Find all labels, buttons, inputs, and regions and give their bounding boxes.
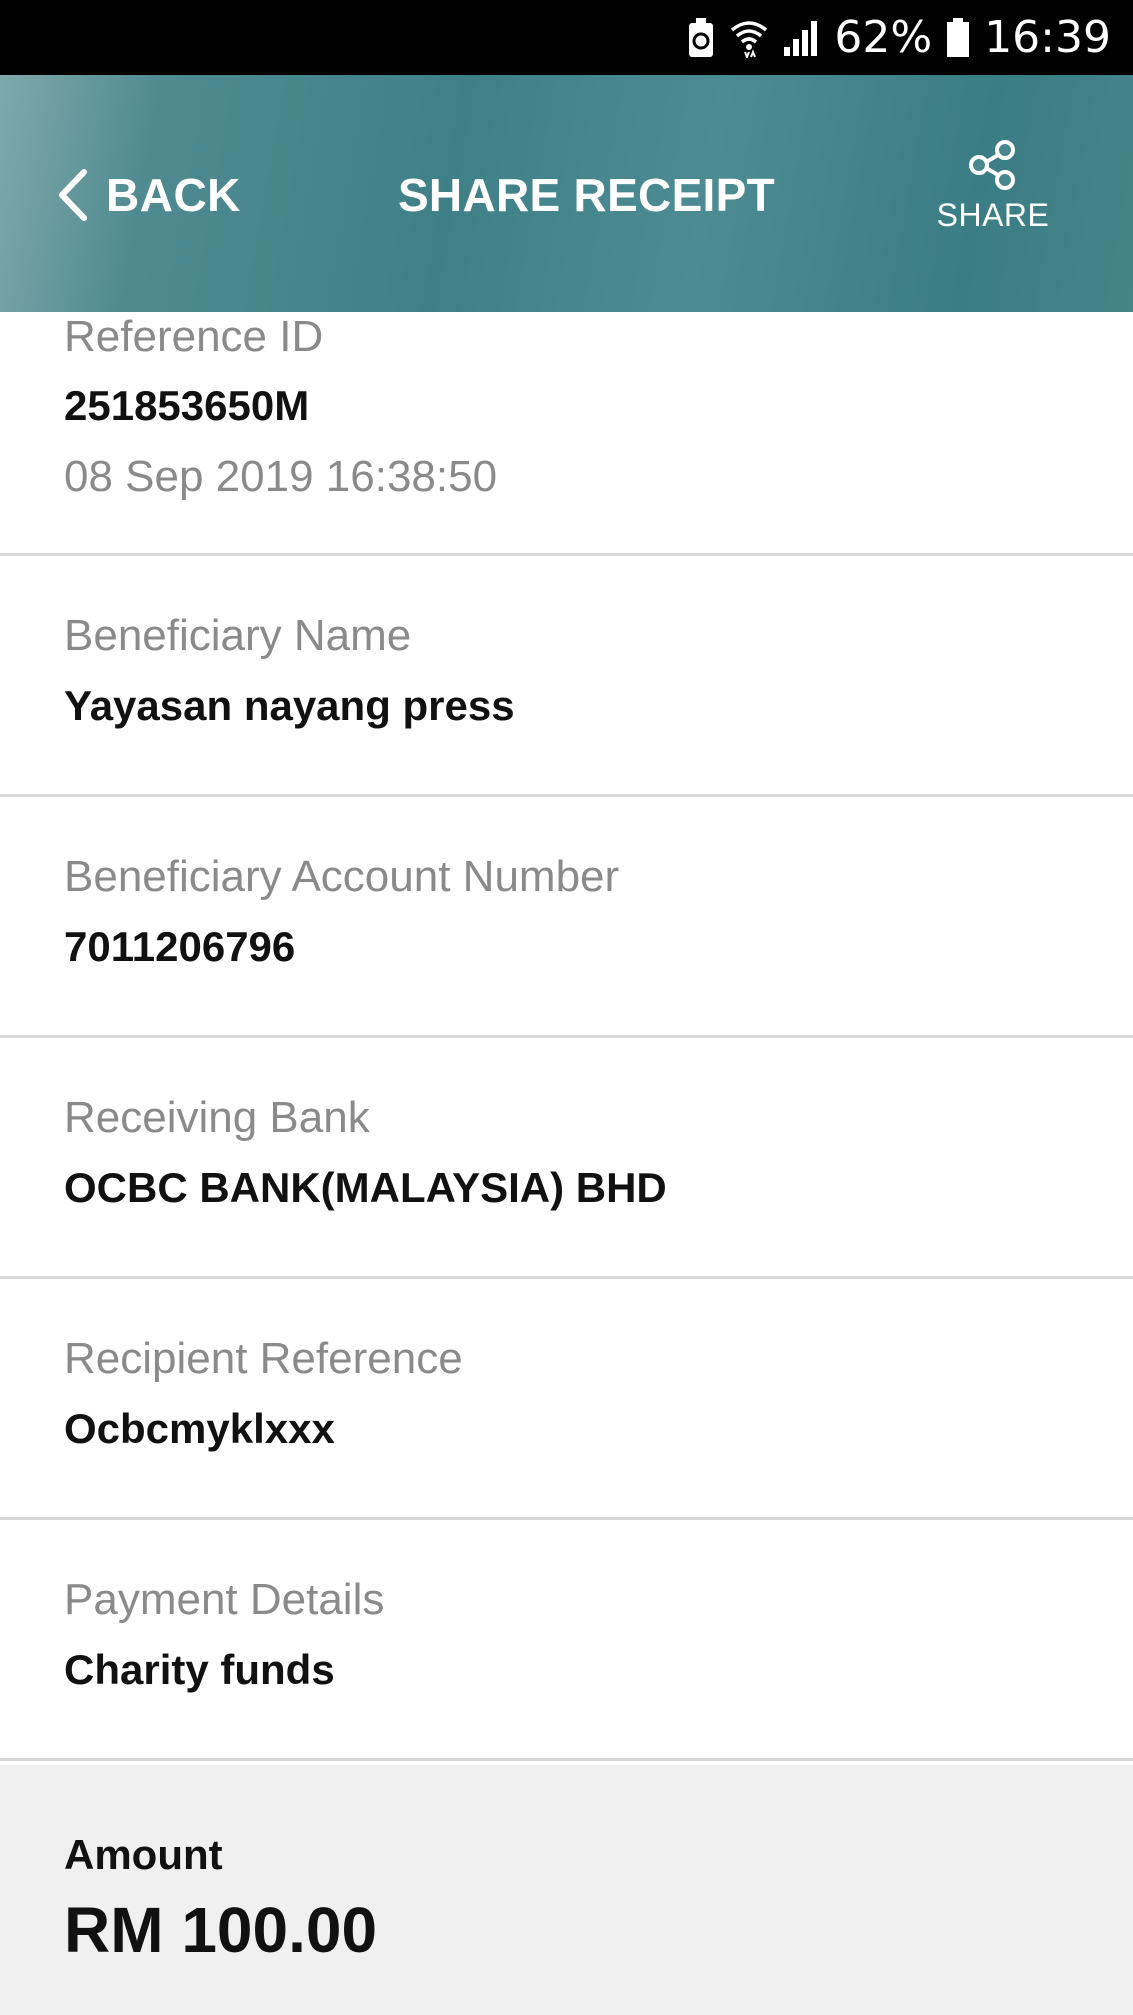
receiving-bank-label: Receiving Bank (64, 1093, 370, 1142)
amount-section: Amount RM 100.00 (0, 1765, 1133, 2015)
share-icon (969, 140, 1015, 190)
clock: 16:39 (984, 12, 1111, 63)
share-label: SHARE (936, 197, 1050, 233)
beneficiary-name-label: Beneficiary Name (64, 611, 412, 660)
amount-label: Amount (64, 1831, 223, 1878)
signal-icon (782, 19, 820, 57)
recipient-reference-value: Ocbcmyklxxx (64, 1405, 335, 1452)
payment-details-row: Payment Details Charity funds (0, 1520, 1133, 1761)
recipient-reference-row: Recipient Reference Ocbcmyklxxx (0, 1279, 1133, 1520)
battery-icon (946, 17, 970, 58)
battery-percent: 62% (834, 12, 933, 63)
transaction-datetime: 08 Sep 2019 16:38:50 (64, 452, 498, 501)
payment-details-label: Payment Details (64, 1575, 385, 1624)
beneficiary-account-value: 7011206796 (64, 923, 296, 970)
reference-row: Reference ID 251853650M 08 Sep 2019 16:3… (0, 312, 1133, 556)
beneficiary-name-value: Yayasan nayang press (64, 682, 515, 729)
battery-saver-icon (686, 17, 716, 59)
beneficiary-account-row: Beneficiary Account Number 7011206796 (0, 797, 1133, 1038)
reference-id-value: 251853650M (64, 382, 310, 429)
reference-id-label: Reference ID (64, 312, 324, 361)
receiving-bank-row: Receiving Bank OCBC BANK(MALAYSIA) BHD (0, 1038, 1133, 1279)
recipient-reference-label: Recipient Reference (64, 1334, 463, 1383)
beneficiary-name-row: Beneficiary Name Yayasan nayang press (0, 556, 1133, 797)
beneficiary-account-label: Beneficiary Account Number (64, 852, 620, 901)
receiving-bank-value: OCBC BANK(MALAYSIA) BHD (64, 1164, 667, 1211)
app-header: BACK SHARE RECEIPT SHARE (0, 75, 1133, 312)
receipt-details: Reference ID 251853650M 08 Sep 2019 16:3… (0, 312, 1133, 1761)
status-bar: 62% 16:39 (0, 0, 1133, 75)
payment-details-value: Charity funds (64, 1646, 335, 1693)
amount-value: RM 100.00 (64, 1894, 378, 1966)
wifi-icon (730, 18, 768, 58)
share-button[interactable]: SHARE (933, 139, 1053, 234)
